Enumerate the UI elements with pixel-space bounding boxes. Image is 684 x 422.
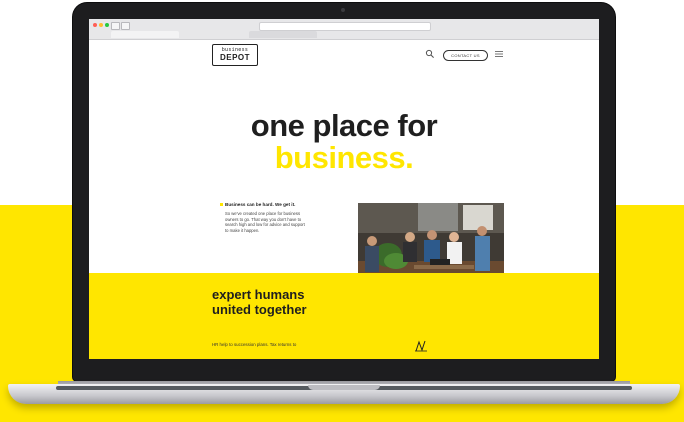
camera-icon xyxy=(341,8,345,12)
laptop-screen: business DEPOT CONTACT US one place for … xyxy=(89,19,599,359)
close-window-button[interactable] xyxy=(93,23,97,27)
browser-back-button[interactable] xyxy=(111,22,120,30)
expert-section-title-line1: expert humans xyxy=(212,287,305,302)
contact-us-button[interactable]: CONTACT US xyxy=(443,50,488,61)
expert-section xyxy=(89,273,599,359)
expert-section-title-line2: united together xyxy=(212,302,307,317)
tagline-bullet-icon xyxy=(220,203,223,206)
browser-chrome xyxy=(89,19,599,40)
expert-section-text: HR help to succession plans. Tax returns… xyxy=(212,342,297,347)
menu-icon[interactable] xyxy=(495,50,503,58)
browser-tab-active[interactable] xyxy=(111,31,179,38)
hero-headline: one place for xyxy=(250,108,438,143)
address-bar[interactable] xyxy=(259,22,431,31)
window-controls xyxy=(93,23,109,27)
business-depot-logo[interactable]: business DEPOT xyxy=(212,44,258,66)
laptop-opening-notch xyxy=(308,385,380,390)
browser-tab[interactable] xyxy=(249,31,317,38)
minimize-window-button[interactable] xyxy=(99,23,103,27)
laptop-lid: business DEPOT CONTACT US one place for … xyxy=(73,3,615,381)
maximize-window-button[interactable] xyxy=(105,23,109,27)
browser-forward-button[interactable] xyxy=(121,22,130,30)
marketing-mockup: business DEPOT CONTACT US one place for … xyxy=(0,0,684,422)
intro-paragraph: So we've created one place for business … xyxy=(225,211,305,233)
doodle-icon xyxy=(415,340,427,352)
search-icon[interactable] xyxy=(425,49,435,59)
laptop-base xyxy=(8,384,680,404)
hero-headline-accent: business. xyxy=(274,140,414,175)
intro-tagline: Business can be hard. We get it. xyxy=(225,202,296,207)
logo-main-text: DEPOT xyxy=(219,53,251,62)
